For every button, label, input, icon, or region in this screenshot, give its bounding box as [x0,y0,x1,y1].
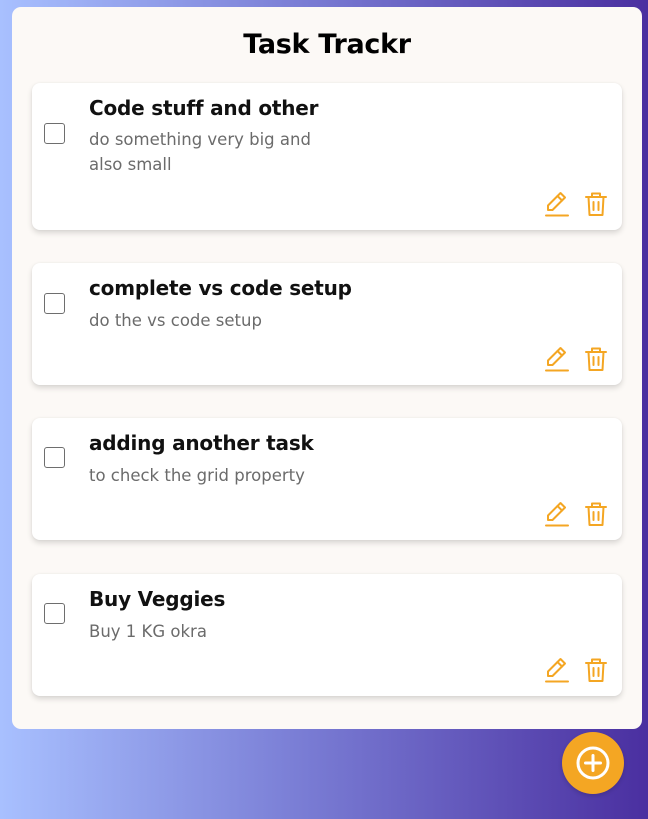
task-checkbox[interactable] [44,293,65,314]
task-description-line: also small [89,155,172,174]
trash-icon[interactable] [583,656,609,684]
add-task-button[interactable] [562,732,624,794]
task-description-line: do something very big and [89,130,311,149]
pencil-edit-icon[interactable] [544,345,570,373]
task-card: complete vs code setup do the vs code se… [32,263,622,385]
trash-icon[interactable] [583,500,609,528]
task-card: Buy Veggies Buy 1 KG okra [32,574,622,696]
pencil-edit-icon[interactable] [544,190,570,218]
trash-icon[interactable] [583,190,609,218]
task-title: adding another task [89,431,314,455]
task-checkbox[interactable] [44,447,65,468]
pencil-edit-icon[interactable] [544,500,570,528]
task-card: adding another task to check the grid pr… [32,418,622,540]
task-panel: Task Trackr Code stuff and other do some… [12,7,642,729]
task-description-line: do the vs code setup [89,311,262,330]
pencil-edit-icon[interactable] [544,656,570,684]
plus-circle-icon [576,746,610,780]
task-description: do the vs code setup [89,308,262,333]
task-description: Buy 1 KG okra [89,619,207,644]
task-title: Code stuff and other [89,96,319,120]
task-description-line: Buy 1 KG okra [89,622,207,641]
trash-icon[interactable] [583,345,609,373]
task-checkbox[interactable] [44,603,65,624]
task-description: to check the grid property [89,463,305,488]
task-title: complete vs code setup [89,276,352,300]
task-description-line: to check the grid property [89,466,305,485]
task-checkbox[interactable] [44,123,65,144]
task-title: Buy Veggies [89,587,226,611]
app-title: Task Trackr [243,29,411,60]
task-card: Code stuff and other do something very b… [32,83,622,230]
task-description: do something very big and also small [89,127,311,177]
